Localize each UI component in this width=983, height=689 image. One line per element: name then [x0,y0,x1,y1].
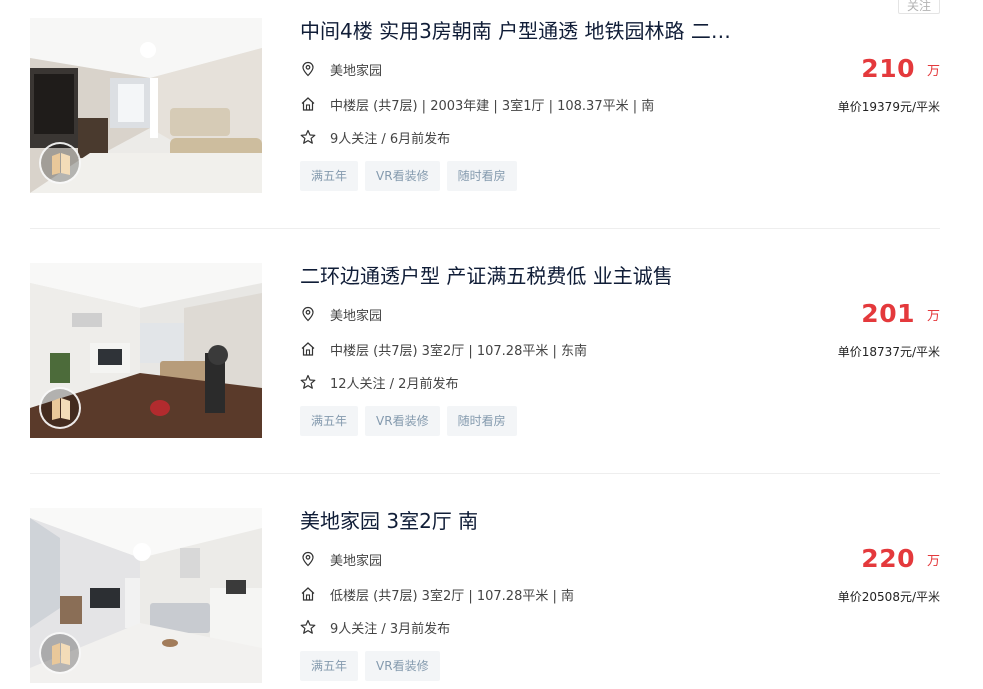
listing-photo[interactable] [30,18,262,193]
house-icon [300,96,316,112]
location-pin-icon [300,551,316,567]
follow-info-text: 9人关注 / 3月前发布 [330,621,451,637]
house-info-text: 中楼层 (共7层) 3室2厅 | 107.28平米 | 东南 [330,343,587,359]
tag: 随时看房 [446,406,517,436]
community-link[interactable]: 美地家园 [330,305,382,324]
location-pin-icon [300,61,316,77]
listing-title[interactable]: 二环边通透户型 产证满五税费低 业主诚售 [300,263,800,289]
tag: VR看装修 [365,161,440,191]
star-icon [300,619,316,635]
tag-list: 满五年 VR看装修 随时看房 [300,161,517,191]
house-info: 低楼层 (共7层) 3室2厅 | 107.28平米 | 南 [300,584,574,604]
unit-price: 单价20508元/平米 [837,590,940,604]
listing-photo[interactable] [30,263,262,438]
location-pin-icon [300,306,316,322]
star-icon [300,129,316,145]
listing-item[interactable]: 中间4楼 实用3房朝南 户型通透 地铁园林路 二… 美地家园 中楼层 (共7层)… [30,18,940,193]
community-link[interactable]: 美地家园 [330,60,382,79]
listing-title[interactable]: 美地家园 3室2厅 南 [300,508,800,534]
house-icon [300,586,316,602]
total-price-value: 220 [861,544,915,573]
follow-info: 9人关注 / 3月前发布 [300,617,450,637]
unit-price: 单价19379元/平米 [837,100,940,114]
follow-button[interactable]: 关注 [898,0,940,14]
vr-badge-icon[interactable] [39,387,81,429]
listing-title[interactable]: 中间4楼 实用3房朝南 户型通透 地铁园林路 二… [300,18,800,44]
listing-photo[interactable] [30,508,262,683]
tag-list: 满五年 VR看装修 随时看房 [300,406,517,436]
house-info-text: 中楼层 (共7层) | 2003年建 | 3室1厅 | 108.37平米 | 南 [330,98,655,114]
total-price: 210 万 [780,54,940,83]
tag: 随时看房 [446,161,517,191]
follow-info-text: 9人关注 / 6月前发布 [330,131,451,147]
follow-info: 9人关注 / 6月前发布 [300,127,450,147]
total-price: 220 万 [780,544,940,573]
position-info: 美地家园 [300,304,382,324]
unit-price: 单价18737元/平米 [837,345,940,359]
tag: 满五年 [300,651,359,681]
follow-info: 12人关注 / 2月前发布 [300,372,458,392]
listing-item[interactable]: 二环边通透户型 产证满五税费低 业主诚售 美地家园 中楼层 (共7层) 3室2厅… [30,263,940,438]
total-price-value: 210 [861,54,915,83]
position-info: 美地家园 [300,59,382,79]
listing-item[interactable]: 美地家园 3室2厅 南 美地家园 低楼层 (共7层) 3室2厅 | 107.28… [30,508,940,683]
total-price-unit: 万 [926,554,940,569]
vr-badge-icon[interactable] [39,632,81,674]
follow-info-text: 12人关注 / 2月前发布 [330,376,459,392]
star-icon [300,374,316,390]
divider [30,228,940,229]
tag: VR看装修 [365,406,440,436]
house-info: 中楼层 (共7层) 3室2厅 | 107.28平米 | 东南 [300,339,587,359]
community-link[interactable]: 美地家园 [330,550,382,569]
divider [30,473,940,474]
tag: VR看装修 [365,651,440,681]
total-price-unit: 万 [926,64,940,79]
position-info: 美地家园 [300,549,382,569]
tag-list: 满五年 VR看装修 [300,651,440,681]
tag: 满五年 [300,406,359,436]
vr-badge-icon[interactable] [39,142,81,184]
total-price-value: 201 [861,299,915,328]
total-price-unit: 万 [926,309,940,324]
house-icon [300,341,316,357]
house-info-text: 低楼层 (共7层) 3室2厅 | 107.28平米 | 南 [330,588,574,604]
house-info: 中楼层 (共7层) | 2003年建 | 3室1厅 | 108.37平米 | 南 [300,94,654,114]
total-price: 201 万 [780,299,940,328]
tag: 满五年 [300,161,359,191]
